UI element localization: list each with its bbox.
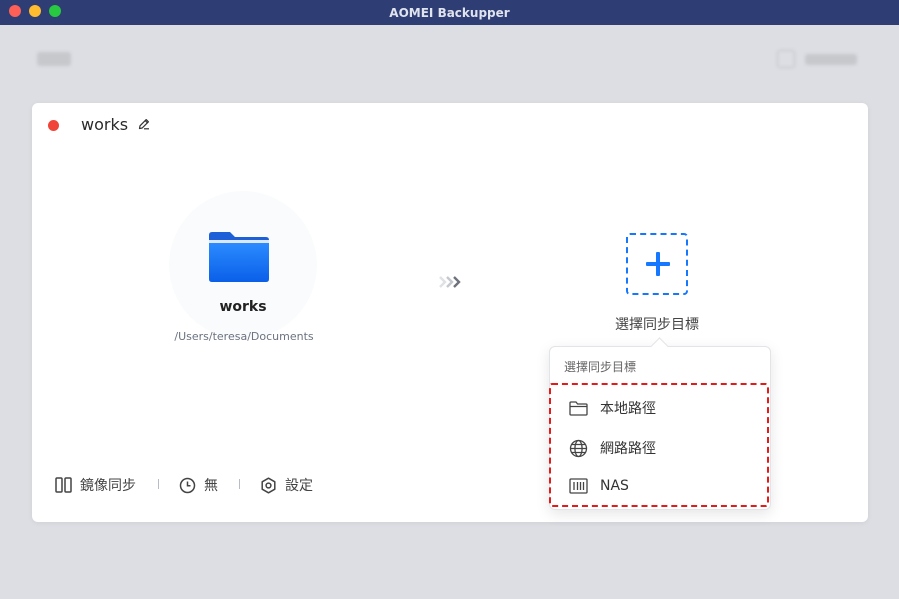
menu-item-network-path[interactable]: 網路路徑 — [569, 438, 656, 458]
source-path: /Users/teresa/Documents — [174, 330, 314, 343]
task-name: works — [81, 115, 129, 134]
window-controls — [9, 5, 61, 17]
divider — [158, 479, 159, 489]
sync-mode-button[interactable]: 鏡像同步 — [55, 475, 136, 495]
menu-title: 選擇同步目標 — [564, 360, 637, 374]
minimize-window-button[interactable] — [29, 5, 41, 17]
title-bar: AOMEI Backupper — [0, 0, 899, 25]
maximize-window-button[interactable] — [49, 5, 61, 17]
window-title: AOMEI Backupper — [389, 5, 510, 20]
close-window-button[interactable] — [9, 5, 21, 17]
edit-icon[interactable] — [137, 117, 151, 131]
folder-outline-icon — [569, 400, 588, 416]
schedule-button[interactable]: 無 — [179, 475, 218, 495]
sync-mode-label: 鏡像同步 — [80, 478, 136, 494]
schedule-label: 無 — [204, 478, 218, 494]
settings-button[interactable]: 設定 — [260, 475, 313, 495]
chevron-right-icon — [439, 276, 461, 288]
gear-icon — [261, 476, 276, 494]
menu-item-local-path[interactable]: 本地路徑 — [569, 398, 656, 418]
highlight-box: 本地路徑 網路路徑 NAS — [549, 383, 769, 507]
globe-icon — [569, 439, 588, 457]
menu-item-nas[interactable]: NAS — [569, 478, 629, 494]
nas-icon — [569, 478, 588, 494]
status-dot — [48, 120, 59, 131]
destination-menu: 選擇同步目標 本地路徑 網路路徑 NAS — [549, 346, 771, 510]
menu-item-label: NAS — [600, 478, 629, 494]
blurred-header-action — [777, 50, 859, 68]
source-name: works — [219, 299, 267, 315]
destination-label[interactable]: 選擇同步目標 — [592, 314, 722, 334]
menu-item-label: 本地路徑 — [600, 401, 656, 417]
menu-item-label: 網路路徑 — [600, 441, 656, 457]
folder-icon — [209, 232, 269, 282]
settings-label: 設定 — [285, 478, 313, 494]
mirror-sync-icon — [55, 477, 72, 493]
add-destination-button[interactable] — [626, 233, 688, 295]
blurred-page-title — [37, 52, 71, 66]
clock-icon — [179, 477, 196, 493]
divider — [239, 479, 240, 489]
